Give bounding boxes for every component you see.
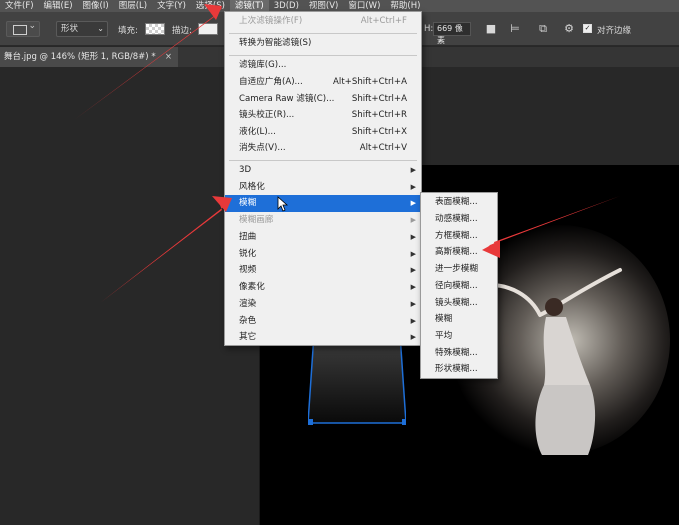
submenu-arrow-icon: ▶ [410,199,416,207]
align-edges-label: 对齐边缘 [597,26,632,36]
fill-swatch[interactable] [145,23,165,35]
menu-item-motion-blur[interactable]: 动感模糊... [421,211,497,228]
dancer-figure [488,268,622,455]
shape-mode-value: 形状 [61,24,79,34]
menu-item-noise[interactable]: 杂色 ▶ [225,313,421,330]
menu-separator [229,33,417,34]
menu-item-gaussian-blur[interactable]: 高斯模糊... [421,244,497,261]
chevron-down-icon: ⌄ [97,24,104,33]
menu-item-render[interactable]: 渲染 ▶ [225,296,421,313]
submenu-arrow-icon: ▶ [410,266,416,274]
shape-mode-select[interactable]: 形状 ⌄ [56,21,108,37]
menu-item-convert-smart-filter[interactable]: 转换为智能滤镜(S) [225,35,421,52]
menu-separator [229,55,417,56]
stroke-label: 描边: [172,26,192,36]
submenu-arrow-icon: ▶ [410,283,416,291]
menu-item-other[interactable]: 其它 ▶ [225,329,421,346]
menu-item-smart-blur[interactable]: 特殊模糊... [421,345,497,362]
path-alignment-icon[interactable]: ⊨ [508,22,522,36]
menu-type[interactable]: 文字(Y) [152,0,191,12]
menu-image[interactable]: 图像(I) [78,0,114,12]
menu-item-shape-blur[interactable]: 形状模糊... [421,361,497,378]
path-operations-icon[interactable]: ■ [484,22,498,36]
submenu-arrow-icon: ▶ [410,216,416,224]
height-label: H: [424,24,434,34]
menu-item-filter-gallery[interactable]: 滤镜库(G)... [225,57,421,74]
menu-item-camera-raw-filter[interactable]: Camera Raw 滤镜(C)... Shift+Ctrl+A [225,91,421,108]
fill-label: 填充: [118,26,138,36]
menu-layer[interactable]: 图层(L) [114,0,152,12]
menu-item-lens-blur[interactable]: 镜头模糊... [421,295,497,312]
submenu-arrow-icon: ▶ [410,250,416,258]
menu-item-blur-plain[interactable]: 模糊 [421,311,497,328]
menu-item-average[interactable]: 平均 [421,328,497,345]
path-arrangement-icon[interactable]: ⧉ [536,22,550,36]
menu-item-radial-blur[interactable]: 径向模糊... [421,278,497,295]
menu-edit[interactable]: 编辑(E) [39,0,78,12]
submenu-arrow-icon: ▶ [410,233,416,241]
menu-item-3d[interactable]: 3D ▶ [225,162,421,179]
menu-item-video[interactable]: 视频 ▶ [225,262,421,279]
menu-item-distort[interactable]: 扭曲 ▶ [225,229,421,246]
align-edges-checkbox[interactable]: ✓ [583,24,592,33]
mouse-cursor-icon [277,196,289,212]
menu-item-stylize[interactable]: 风格化 ▶ [225,179,421,196]
tool-preset-picker[interactable] [6,21,40,37]
blur-submenu: 表面模糊... 动感模糊... 方框模糊... 高斯模糊... 进一步模糊 径向… [420,192,498,379]
menu-item-surface-blur[interactable]: 表面模糊... [421,194,497,211]
menu-item-box-blur[interactable]: 方框模糊... [421,228,497,245]
height-field[interactable]: 669 像素 [433,22,471,45]
menu-item-vanishing-point[interactable]: 消失点(V)... Alt+Ctrl+V [225,140,421,157]
document-tab-title: 舞台.jpg @ 146% (矩形 1, RGB/8#) * [4,52,156,62]
menu-item-lens-correction[interactable]: 镜头校正(R)... Shift+Ctrl+R [225,107,421,124]
submenu-arrow-icon: ▶ [410,183,416,191]
stroke-swatch[interactable] [198,23,218,35]
menu-item-last-filter: 上次滤镜操作(F) Alt+Ctrl+F [239,16,407,26]
menu-item-blur-more[interactable]: 进一步模糊 [421,261,497,278]
menu-separator [229,160,417,161]
gear-icon[interactable]: ⚙ [562,22,576,36]
document-tab[interactable]: 舞台.jpg @ 146% (矩形 1, RGB/8#) * × [0,47,178,67]
menu-item-blur[interactable]: 模糊 ▶ [225,195,421,212]
filter-dropdown-menu: 上次滤镜操作(F) Alt+Ctrl+F 转换为智能滤镜(S) 滤镜库(G)..… [224,11,422,346]
submenu-arrow-icon: ▶ [410,333,416,341]
menu-item-blur-gallery: 模糊画廊 ▶ [225,212,421,229]
menu-file[interactable]: 文件(F) [0,0,39,12]
menu-item-sharpen[interactable]: 锐化 ▶ [225,246,421,263]
submenu-arrow-icon: ▶ [410,300,416,308]
close-icon[interactable]: × [165,47,172,67]
menu-item-pixelate[interactable]: 像素化 ▶ [225,279,421,296]
submenu-arrow-icon: ▶ [410,166,416,174]
menu-item-adaptive-wide-angle[interactable]: 自适应广角(A)... Alt+Shift+Ctrl+A [225,74,421,91]
submenu-arrow-icon: ▶ [410,317,416,325]
menu-item-liquify[interactable]: 液化(L)... Shift+Ctrl+X [225,124,421,141]
